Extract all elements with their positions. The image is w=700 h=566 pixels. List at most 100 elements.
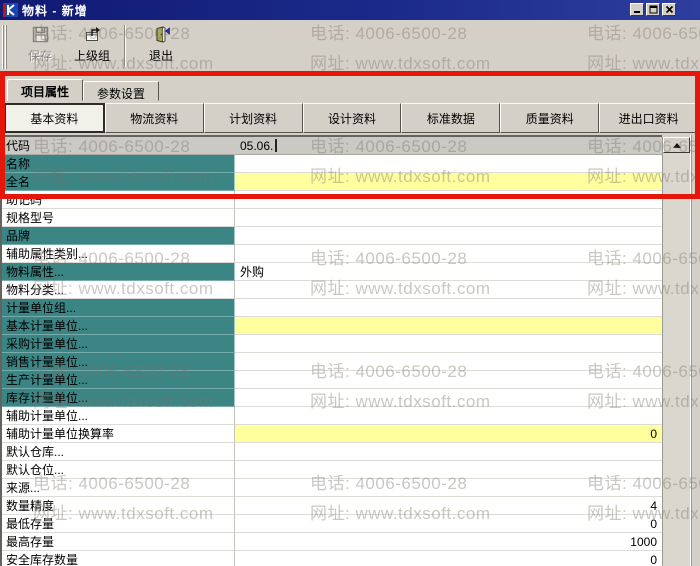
field-value[interactable]: 外购 (235, 263, 662, 281)
maximize-icon (649, 5, 658, 14)
grid-row: 最低存量0 (2, 515, 662, 533)
field-value[interactable] (235, 299, 662, 317)
parent-group-button[interactable]: 上级组 (66, 23, 118, 69)
folder-up-icon (83, 25, 102, 44)
subtab-planning-info[interactable]: 计划资料 (204, 103, 303, 133)
grid-row: 助记码 (2, 191, 662, 209)
vertical-scrollbar[interactable] (662, 137, 690, 566)
floppy-disk-icon (31, 25, 50, 44)
field-label: 基本计量单位... (2, 317, 235, 335)
grid-row: 采购计量单位... (2, 335, 662, 353)
field-value[interactable] (235, 389, 662, 407)
toolbar-gripper[interactable] (2, 25, 9, 69)
field-label: 物料属性... (2, 263, 235, 281)
field-label: 计量单位组... (2, 299, 235, 317)
subtab-basic-info[interactable]: 基本资料 (4, 103, 105, 133)
grid-row: 安全库存数量0 (2, 551, 662, 566)
field-label: 代码 (2, 137, 235, 155)
field-label: 辅助计量单位... (2, 407, 235, 425)
tab-parameter-settings[interactable]: 参数设置 (83, 81, 159, 101)
subtab-standard-data[interactable]: 标准数据 (401, 103, 500, 133)
triangle-up-icon (673, 143, 681, 148)
window-right-frame (690, 135, 700, 566)
text-caret (275, 139, 277, 152)
field-value[interactable] (235, 317, 662, 335)
grid-row: 名称 (2, 155, 662, 173)
field-value[interactable] (235, 407, 662, 425)
grid-row: 生产计量单位... (2, 371, 662, 389)
field-value[interactable]: 0 (235, 425, 662, 443)
subtab-logistics-info[interactable]: 物流资料 (105, 103, 204, 133)
grid-row: 物料属性...外购 (2, 263, 662, 281)
grid-row: 辅助计量单位换算率0 (2, 425, 662, 443)
tab-strip: 项目属性 参数设置 (0, 79, 700, 101)
field-value[interactable] (235, 353, 662, 371)
field-label: 全名 (2, 173, 235, 191)
field-value[interactable]: 05.06. (235, 137, 662, 155)
field-value[interactable] (235, 335, 662, 353)
app-window: 物料 - 新增 保存 (0, 0, 700, 566)
save-button[interactable]: 保存 (14, 23, 66, 69)
field-value[interactable] (235, 227, 662, 245)
subtab-import-export-info[interactable]: 进出口资料 (599, 103, 698, 133)
grid-row: 全名 (2, 173, 662, 191)
grid-row: 代码05.06. (2, 137, 662, 155)
grid-row: 销售计量单位... (2, 353, 662, 371)
field-label: 名称 (2, 155, 235, 173)
field-value[interactable]: 4 (235, 497, 662, 515)
grid-row: 数量精度4 (2, 497, 662, 515)
field-value[interactable]: 0 (235, 515, 662, 533)
field-value[interactable] (235, 173, 662, 191)
field-value[interactable] (235, 371, 662, 389)
close-icon (665, 5, 674, 14)
field-value[interactable] (235, 479, 662, 497)
field-label: 规格型号 (2, 209, 235, 227)
form-grid: 代码05.06.名称全名助记码规格型号品牌辅助属性类别...物料属性...外购物… (0, 135, 662, 566)
door-exit-icon (152, 25, 171, 44)
field-label: 生产计量单位... (2, 371, 235, 389)
toolbar: 保存 上级组 退出 (0, 20, 700, 72)
field-value[interactable] (235, 281, 662, 299)
close-button[interactable] (662, 3, 676, 16)
scroll-up-button[interactable] (663, 137, 690, 153)
field-label: 默认仓库... (2, 443, 235, 461)
field-label: 最高存量 (2, 533, 235, 551)
field-label: 最低存量 (2, 515, 235, 533)
field-value[interactable] (235, 209, 662, 227)
kingdee-k3-logo-icon (3, 3, 18, 17)
field-value[interactable] (235, 245, 662, 263)
subtab-design-info[interactable]: 设计资料 (303, 103, 402, 133)
minimize-button[interactable] (630, 3, 644, 16)
field-value[interactable] (235, 155, 662, 173)
field-label: 辅助属性类别... (2, 245, 235, 263)
field-label: 销售计量单位... (2, 353, 235, 371)
exit-label: 退出 (149, 47, 173, 64)
grid-row: 计量单位组... (2, 299, 662, 317)
field-label: 库存计量单位... (2, 389, 235, 407)
field-label: 来源... (2, 479, 235, 497)
parent-group-label: 上级组 (74, 47, 110, 64)
field-label: 辅助计量单位换算率 (2, 425, 235, 443)
maximize-button[interactable] (646, 3, 660, 16)
grid-row: 基本计量单位... (2, 317, 662, 335)
field-value[interactable] (235, 461, 662, 479)
save-label: 保存 (28, 47, 52, 64)
grid-row: 库存计量单位... (2, 389, 662, 407)
toolbar-separator (124, 25, 126, 67)
grid-row: 物料分类... (2, 281, 662, 299)
grid-row: 辅助计量单位... (2, 407, 662, 425)
field-label: 助记码 (2, 191, 235, 209)
grid-row: 默认仓位... (2, 461, 662, 479)
field-label: 品牌 (2, 227, 235, 245)
tab-item-properties[interactable]: 项目属性 (7, 79, 83, 101)
exit-button[interactable]: 退出 (135, 23, 187, 69)
field-label: 采购计量单位... (2, 335, 235, 353)
field-value[interactable]: 1000 (235, 533, 662, 551)
minimize-icon (633, 5, 642, 14)
field-value[interactable] (235, 191, 662, 209)
grid-row: 规格型号 (2, 209, 662, 227)
grid-row: 最高存量1000 (2, 533, 662, 551)
field-value[interactable]: 0 (235, 551, 662, 566)
field-value[interactable] (235, 443, 662, 461)
subtab-quality-info[interactable]: 质量资料 (500, 103, 599, 133)
